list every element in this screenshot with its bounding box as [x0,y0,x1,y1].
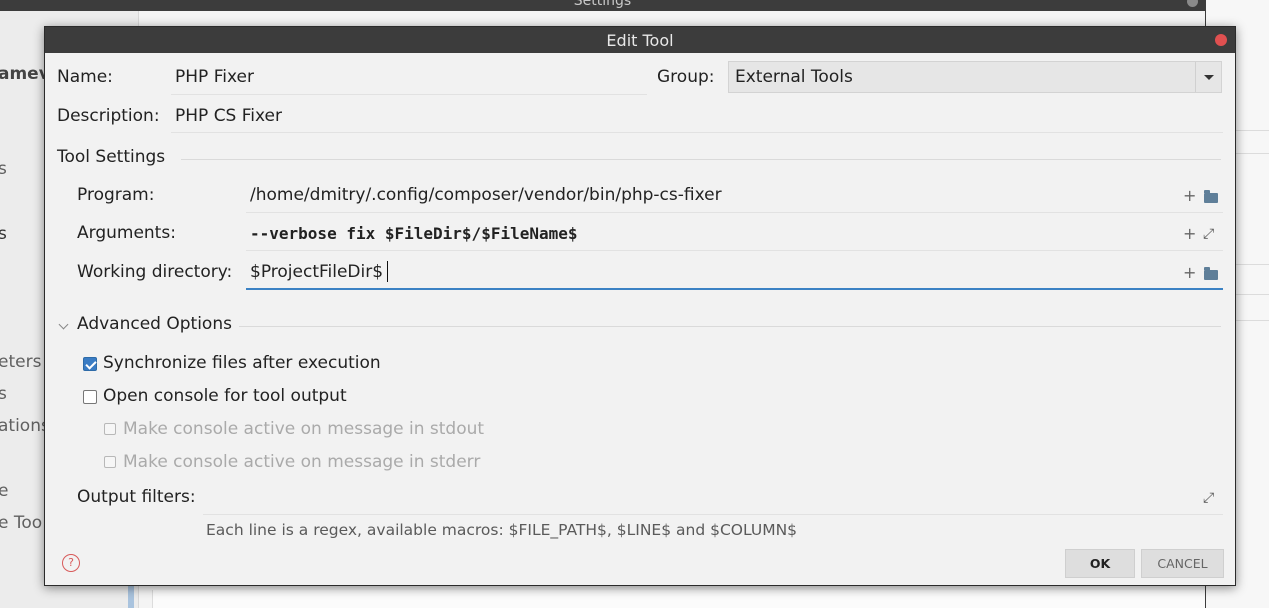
add-macro-icon[interactable]: + [1183,224,1196,243]
chevron-down-icon[interactable] [58,319,69,330]
program-field-underline [246,212,1223,213]
edit-tool-dialog: Edit Tool Name: PHP Fixer Group: Externa… [44,26,1236,586]
dialog-title: Edit Tool [606,31,674,50]
program-field[interactable]: /home/dmitry/.config/composer/vendor/bin… [250,185,722,205]
sidebar-item[interactable]: eters [0,352,41,372]
sync-files-label[interactable]: Synchronize files after execution [103,353,381,373]
stdout-label: Make console active on message in stdout [123,419,485,439]
output-filters-label: Output filters: [77,487,196,507]
working-directory-focus-underline [246,288,1223,290]
sidebar-item[interactable]: e [0,481,8,501]
folder-icon[interactable] [1204,267,1218,280]
help-icon[interactable]: ? [62,554,80,572]
description-field[interactable]: PHP CS Fixer [175,106,282,126]
settings-titlebar: Settings [0,0,1205,11]
name-label: Name: [57,67,113,87]
stderr-checkbox[interactable] [104,456,116,468]
stdout-checkbox[interactable] [104,423,116,435]
sidebar-item[interactable]: s [0,384,7,404]
output-filters-underline [203,514,1223,515]
chevron-down-icon[interactable] [1195,62,1221,92]
cancel-button[interactable]: CANCEL [1141,549,1224,578]
add-macro-icon[interactable]: + [1183,263,1196,282]
sidebar-item[interactable]: s [0,159,7,179]
sidebar-item[interactable]: s [0,224,7,244]
description-field-underline [171,132,1223,133]
tool-settings-divider [181,159,1221,160]
stderr-label: Make console active on message in stderr [123,452,481,472]
sidebar-item[interactable]: e Too [0,513,42,533]
advanced-options-title[interactable]: Advanced Options [77,314,232,334]
name-field[interactable]: PHP Fixer [175,67,254,87]
settings-title: Settings [573,0,632,9]
sidebar-item[interactable]: ations [0,416,50,436]
advanced-options-divider [239,326,1221,327]
working-directory-field[interactable]: $ProjectFileDir$ [250,262,383,282]
sidebar-scrollbar[interactable] [128,585,134,608]
group-select-value: External Tools [735,67,853,87]
working-directory-label: Working directory: [77,262,233,282]
expand-icon[interactable]: ⤢ [1203,490,1214,506]
arguments-field[interactable]: --verbose fix $FileDir$/$FileName$ [250,224,578,243]
add-macro-icon[interactable]: + [1183,186,1196,205]
program-label: Program: [77,185,155,205]
text-caret [387,261,388,282]
arguments-field-underline [246,250,1223,251]
folder-icon[interactable] [1204,190,1218,203]
dialog-titlebar[interactable]: Edit Tool [45,27,1235,53]
sidebar-item[interactable]: amev [0,64,50,84]
settings-content-bottom [152,590,1205,608]
ok-button[interactable]: OK [1065,549,1135,578]
open-console-checkbox[interactable] [83,390,97,404]
group-select[interactable]: External Tools [728,61,1222,93]
name-field-underline [171,94,647,95]
group-label: Group: [657,67,715,87]
close-icon[interactable] [1215,34,1227,46]
arguments-label: Arguments: [77,223,176,243]
expand-icon[interactable]: ⤢ [1203,226,1214,242]
output-filters-hint: Each line is a regex, available macros: … [206,521,798,539]
tool-settings-title: Tool Settings [57,147,166,167]
sync-files-checkbox[interactable] [83,357,97,371]
open-console-label[interactable]: Open console for tool output [103,386,347,406]
description-label: Description: [57,106,160,126]
